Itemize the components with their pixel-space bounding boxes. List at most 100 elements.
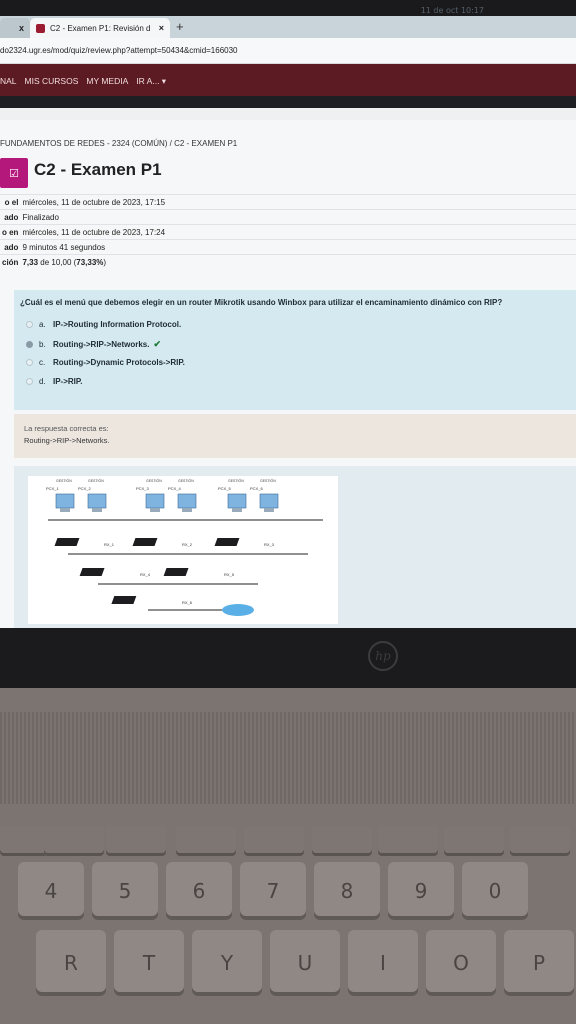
key-9[interactable]: 9 <box>388 862 454 920</box>
tab-previous[interactable]: x <box>0 18 30 38</box>
key-0[interactable]: 0 <box>462 862 528 920</box>
close-tab-icon[interactable]: × <box>159 23 164 33</box>
question-card: ¿Cuál es el menú que debemos elegir en u… <box>14 290 576 410</box>
summary-value: 9 minutos 41 segundos <box>20 239 576 255</box>
key-U[interactable]: U <box>270 930 340 996</box>
gestion-label: GESTIÓN <box>260 478 276 483</box>
key-6[interactable]: 6 <box>166 862 232 920</box>
new-tab-button[interactable]: + <box>176 19 184 34</box>
summary-row: ado 9 minutos 41 segundos <box>0 239 576 255</box>
close-icon[interactable]: x <box>19 23 24 33</box>
speaker-grille <box>0 712 576 804</box>
function-key[interactable] <box>106 826 166 856</box>
quiz-review-page: FUNDAMENTOS DE REDES - 2324 (COMÚN) / C2… <box>0 120 576 628</box>
nav-item-2[interactable]: MY MEDIA <box>86 76 128 87</box>
pc-icon <box>259 493 279 509</box>
router-label: RX_6 <box>182 600 193 605</box>
radio-button[interactable] <box>26 341 33 348</box>
pc-label: PCX_6 <box>250 486 263 491</box>
pc-label: PCX_4 <box>168 486 181 491</box>
pc-base-icon <box>92 508 102 512</box>
next-question-card: PCX_1 GESTIÓN PCX_2 GESTIÓN PCX_3 GESTIÓN PCX_… <box>14 466 576 628</box>
key-5[interactable]: 5 <box>92 862 158 920</box>
laptop-hinge <box>0 628 576 688</box>
pc-icon <box>55 493 75 509</box>
router-icon <box>214 538 240 546</box>
key-7[interactable]: 7 <box>240 862 306 920</box>
option-text: Routing->RIP->Networks. <box>53 340 150 349</box>
nav-item-1[interactable]: MIS CURSOS <box>25 76 79 87</box>
option-text: Routing->Dynamic Protocols->RIP. <box>53 358 185 367</box>
summary-value: miércoles, 11 de octubre de 2023, 17:15 <box>20 194 576 210</box>
function-key[interactable] <box>176 826 236 856</box>
summary-row: ado Finalizado <box>0 209 576 225</box>
function-key[interactable] <box>378 826 438 856</box>
key-R[interactable]: R <box>36 930 106 996</box>
key-8[interactable]: 8 <box>314 862 380 920</box>
nav-item-0[interactable]: NAL <box>0 76 17 87</box>
gestion-label: GESTIÓN <box>146 478 162 483</box>
page-title: C2 - Examen P1 <box>34 160 162 179</box>
summary-value: 7,33 de 10,00 (73,33%) <box>20 254 576 270</box>
key-4[interactable]: 4 <box>18 862 84 920</box>
url-text[interactable]: do2324.ugr.es/mod/quiz/review.php?attemp… <box>0 46 238 55</box>
option-letter: b. <box>39 340 46 349</box>
pc-base-icon <box>150 508 160 512</box>
screen-bezel: 11 de oct 10:17 <box>0 0 576 16</box>
function-key[interactable] <box>244 826 304 856</box>
function-key[interactable] <box>44 826 104 856</box>
gestion-label: GESTIÓN <box>178 478 194 483</box>
network-diagram: PCX_1 GESTIÓN PCX_2 GESTIÓN PCX_3 GESTIÓN PCX_… <box>28 476 338 624</box>
radio-button[interactable] <box>26 378 33 385</box>
function-key[interactable] <box>444 826 504 856</box>
cloud-icon <box>222 604 254 616</box>
tab-bar: x C2 - Examen P1: Revisión d × + <box>0 16 576 38</box>
radio-button[interactable] <box>26 359 33 366</box>
key-I[interactable]: I <box>348 930 418 996</box>
key-T[interactable]: T <box>114 930 184 996</box>
tab-title: C2 - Examen P1: Revisión d <box>50 23 151 33</box>
key-Y[interactable]: Y <box>192 930 262 996</box>
key-P[interactable]: P <box>504 930 574 996</box>
answer-option[interactable]: c. Routing->Dynamic Protocols->RIP. <box>26 358 185 367</box>
pc-icon <box>177 493 197 509</box>
summary-value: miércoles, 11 de octubre de 2023, 17:24 <box>20 224 576 240</box>
pc-label: PCX_5 <box>218 486 231 491</box>
feedback-label: La respuesta correcta es: <box>24 424 109 433</box>
pc-base-icon <box>182 508 192 512</box>
option-letter: a. <box>39 320 46 329</box>
key-O[interactable]: O <box>426 930 496 996</box>
correct-check-icon: ✔ <box>153 339 161 349</box>
address-bar[interactable]: do2324.ugr.es/mod/quiz/review.php?attemp… <box>0 38 576 64</box>
router-label: RX_4 <box>140 572 151 577</box>
router-label: RX_2 <box>182 542 193 547</box>
feedback-answer: Routing->RIP->Networks. <box>24 436 110 445</box>
function-key[interactable] <box>312 826 372 856</box>
answer-option[interactable]: a. IP->Routing Information Protocol. <box>26 320 181 329</box>
summary-row: ción 7,33 de 10,00 (73,33%) <box>0 254 576 270</box>
top-navigation: NAL MIS CURSOS MY MEDIA IR A... ▾ <box>0 64 576 108</box>
moodle-favicon-icon <box>36 23 45 33</box>
system-clock: 11 de oct 10:17 <box>420 6 484 15</box>
summary-row: o el miércoles, 11 de octubre de 2023, 17… <box>0 194 576 210</box>
radio-button[interactable] <box>26 321 33 328</box>
router-label: RX_5 <box>224 572 235 577</box>
function-key[interactable] <box>0 826 48 856</box>
nav-item-3[interactable]: IR A... ▾ <box>136 76 166 87</box>
pc-icon <box>227 493 247 509</box>
function-key[interactable] <box>510 826 570 856</box>
option-letter: c. <box>39 358 46 367</box>
gestion-label: GESTIÓN <box>88 478 104 483</box>
tab-quiz-review[interactable]: C2 - Examen P1: Revisión d × <box>30 18 170 38</box>
answer-option[interactable]: d. IP->RIP. <box>26 377 82 386</box>
option-text: IP->RIP. <box>53 377 83 386</box>
answer-option[interactable]: b. Routing->RIP->Networks. ✔ <box>26 339 161 350</box>
summary-key: o en <box>0 224 21 240</box>
router-icon <box>79 568 105 576</box>
router-icon <box>111 596 137 604</box>
feedback-box: La respuesta correcta es: Routing->RIP->… <box>14 414 576 458</box>
summary-value: Finalizado <box>20 209 576 225</box>
breadcrumb[interactable]: FUNDAMENTOS DE REDES - 2324 (COMÚN) / C2… <box>0 139 237 148</box>
summary-key: ado <box>0 209 21 225</box>
router-icon <box>163 568 189 576</box>
